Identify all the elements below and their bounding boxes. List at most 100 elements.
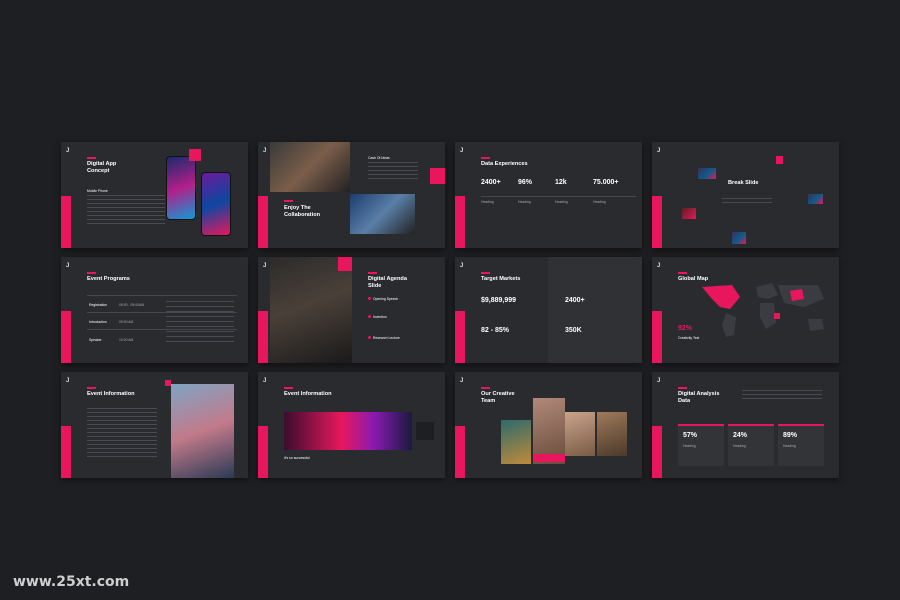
- body-text: [368, 162, 418, 180]
- presentation-preview: { "slides": { "s1": {"logo":"J","title":…: [0, 0, 900, 600]
- accent-bar: [652, 196, 662, 248]
- body-text: [742, 390, 822, 400]
- pink-block: [776, 156, 783, 164]
- logo: J: [657, 263, 661, 269]
- logo: J: [263, 378, 267, 384]
- logo: J: [66, 263, 70, 269]
- slide-creative-team[interactable]: J Our Creative Team: [455, 372, 642, 478]
- slide-event-information-1[interactable]: J Event Information: [61, 372, 248, 478]
- stat-heading: Heading: [481, 200, 494, 204]
- accent-bar: [455, 426, 465, 478]
- logo: J: [66, 148, 70, 154]
- world-map: [702, 283, 824, 337]
- stat-heading: Heading: [518, 200, 531, 204]
- photo: [732, 232, 746, 244]
- team-photo: [350, 194, 415, 234]
- stat-value: 92%: [678, 325, 693, 332]
- accent-line: [368, 272, 377, 274]
- photo: [682, 208, 696, 219]
- slide-title: Enjoy The Collaboration: [284, 205, 321, 218]
- program-time: 09:00 AM: [119, 320, 134, 324]
- slide-enjoy-collaboration[interactable]: J Cash Of Ideas Enjoy The Collaboration: [258, 142, 445, 248]
- slide-digital-agenda[interactable]: J Digital Agenda Slide Opening Speech In…: [258, 257, 445, 363]
- concert-photo: [284, 412, 412, 450]
- logo: J: [263, 263, 267, 269]
- accent-line: [678, 272, 687, 274]
- accent-bar: [61, 311, 71, 363]
- slide-title: Break Slide: [728, 180, 759, 186]
- cameraman-photo: [270, 257, 352, 363]
- logo: J: [263, 148, 267, 154]
- phone-image: [166, 156, 196, 220]
- slide-title: Target Markets: [481, 276, 521, 282]
- phone-photo: [171, 384, 234, 478]
- stat-heading: Heading: [683, 444, 696, 448]
- stat-value: 82 - 85%: [481, 327, 510, 334]
- logo: J: [460, 148, 464, 154]
- logo: J: [657, 148, 661, 154]
- slide-event-information-2[interactable]: J Event Information It's so successful: [258, 372, 445, 478]
- accent-line: [284, 387, 293, 389]
- slide-title: Digital Analysis Data: [678, 391, 720, 404]
- stat-label: Creativity Test: [678, 336, 700, 340]
- stat-value: 2400+: [481, 179, 501, 186]
- divider: [481, 196, 636, 197]
- pink-label: [533, 454, 565, 462]
- logo: J: [66, 378, 70, 384]
- logo: J: [460, 378, 464, 384]
- accent-line: [481, 387, 490, 389]
- pink-block: [430, 168, 445, 184]
- program-name: Speaker: [89, 338, 102, 342]
- body-text: [166, 301, 234, 345]
- stat-value: 12k: [555, 179, 567, 186]
- slide-target-markets[interactable]: J Target Markets $9,889,999 82 - 85% 240…: [455, 257, 642, 363]
- stat-value: 75.000+: [593, 179, 619, 186]
- caption: It's so successful: [284, 456, 310, 460]
- accent-line: [481, 157, 490, 159]
- slide-title: Digital App Concept: [87, 161, 117, 174]
- accent-bar: [652, 426, 662, 478]
- slide-event-programs[interactable]: J Event Programs Registration 08:00 - 09…: [61, 257, 248, 363]
- pink-block: [165, 380, 171, 386]
- slide-digital-analysis[interactable]: J Digital Analysis Data 57% 24% 89% Head…: [652, 372, 839, 478]
- photo: [808, 194, 823, 204]
- team-member-photo: [597, 412, 627, 456]
- logo: J: [657, 378, 661, 384]
- body-text: [87, 408, 157, 458]
- body-text: [722, 198, 772, 206]
- slide-title: Event Programs: [87, 276, 130, 282]
- pink-block: [338, 257, 352, 271]
- team-member-photo: [501, 420, 531, 464]
- stat-heading: Heading: [733, 444, 746, 448]
- bullet: [368, 336, 371, 339]
- stat-value: 57%: [683, 432, 698, 439]
- slide-global-map[interactable]: J Global Map 92% Creativity Test: [652, 257, 839, 363]
- accent-bar: [258, 426, 268, 478]
- slide-title: Digital Agenda Slide: [368, 276, 407, 289]
- stat-heading: Heading: [555, 200, 568, 204]
- stat-heading: Heading: [783, 444, 796, 448]
- team-member-photo: [565, 412, 595, 456]
- accent-bar: [258, 311, 268, 363]
- accent-line: [284, 200, 293, 202]
- stat-value: 24%: [733, 432, 748, 439]
- program-name: Registration: [89, 303, 108, 307]
- accent-bar: [258, 196, 268, 248]
- phone-image: [201, 172, 231, 236]
- program-time: 10:00 AM: [119, 338, 134, 342]
- tag: Cash Of Ideas: [368, 156, 390, 160]
- slide-break[interactable]: J Break Slide: [652, 142, 839, 248]
- agenda-item: Opening Speech: [373, 297, 399, 301]
- slide-title: Data Experiences: [481, 161, 528, 167]
- logo: J: [460, 263, 464, 269]
- divider: [87, 295, 237, 296]
- bullet: [368, 297, 371, 300]
- slide-data-experiences[interactable]: J Data Experiences 2400+ 96% 12k 75.000+…: [455, 142, 642, 248]
- watermark: www.25xt.com: [13, 574, 130, 590]
- slide-title: Our Creative Team: [481, 391, 515, 404]
- photo: [698, 168, 716, 179]
- team-photo: [270, 142, 350, 192]
- slide-title: Event Information: [284, 391, 332, 397]
- stat-value: 96%: [518, 179, 533, 186]
- slide-digital-app-concept[interactable]: J Digital App Concept Mobile Phone: [61, 142, 248, 248]
